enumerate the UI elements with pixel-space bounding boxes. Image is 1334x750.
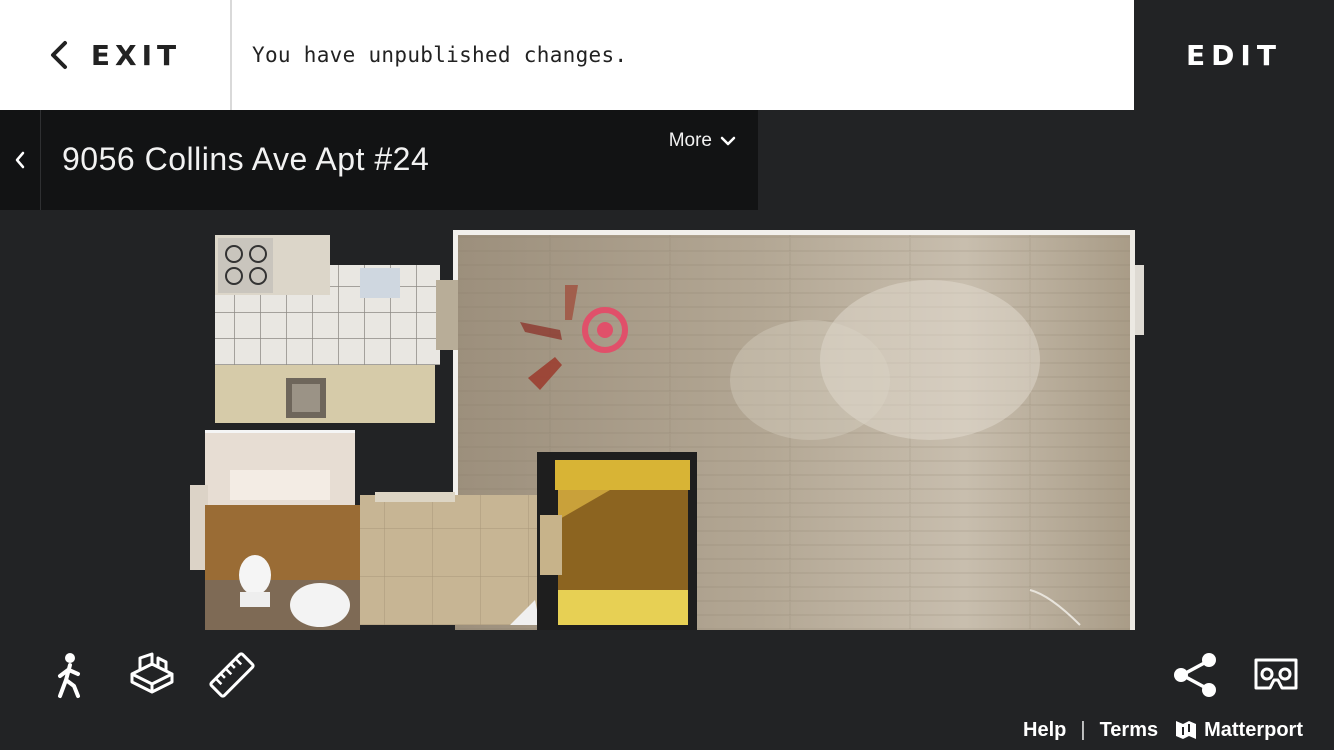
collapse-title-button[interactable] xyxy=(0,110,41,210)
property-address: 9056 Collins Ave Apt #24 xyxy=(62,141,430,177)
walk-icon[interactable] xyxy=(52,652,88,700)
bedroom xyxy=(537,452,697,630)
share-icon[interactable] xyxy=(1172,652,1220,698)
exit-label: EXIT xyxy=(90,38,182,72)
divider xyxy=(230,0,232,110)
more-label: More xyxy=(668,130,712,151)
chevron-left-icon xyxy=(15,151,25,169)
footer-separator: | xyxy=(1080,718,1086,741)
top-bar: EXIT You have unpublished changes. xyxy=(0,0,1134,110)
kitchen xyxy=(215,235,458,423)
dollhouse-icon[interactable] xyxy=(128,652,176,698)
footer: Help | Terms Matterport xyxy=(1023,718,1303,742)
title-panel: 9056 Collins Ave Apt #24 More xyxy=(0,110,758,210)
bathroom xyxy=(190,430,360,630)
vr-headset-icon[interactable] xyxy=(1252,656,1300,694)
more-button[interactable]: More xyxy=(669,130,736,152)
floorplan-view[interactable] xyxy=(185,225,1150,637)
terms-link[interactable]: Terms xyxy=(1100,719,1159,742)
chevron-left-icon xyxy=(50,41,67,69)
chevron-down-icon xyxy=(720,136,736,146)
unpublished-notice: You have unpublished changes. xyxy=(252,43,628,67)
exit-button[interactable]: EXIT xyxy=(0,0,230,110)
edit-button[interactable]: EDIT xyxy=(1134,0,1334,110)
measure-icon[interactable] xyxy=(208,652,256,698)
brand-name: Matterport xyxy=(1204,718,1303,741)
matterport-brand[interactable]: Matterport xyxy=(1174,718,1303,742)
help-link[interactable]: Help xyxy=(1023,719,1066,742)
hallway xyxy=(360,492,540,625)
matterport-logo-icon xyxy=(1176,721,1197,739)
